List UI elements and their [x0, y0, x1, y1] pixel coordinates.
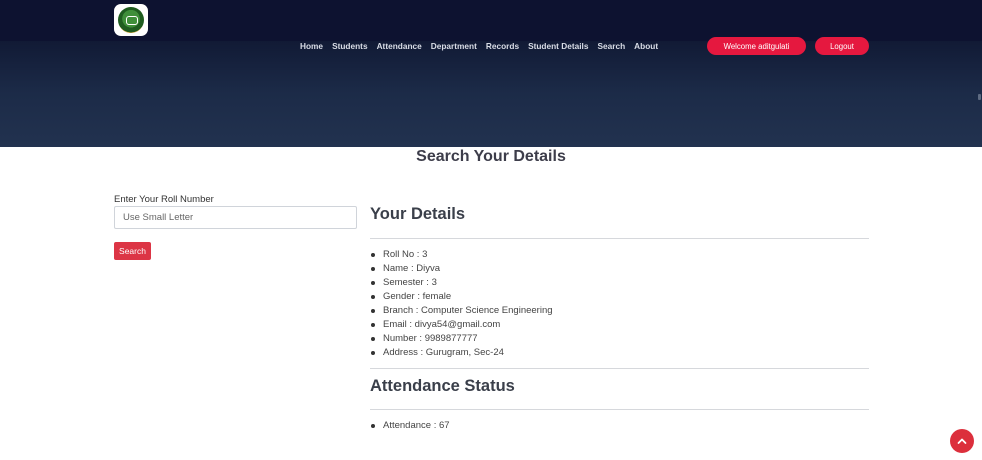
detail-gender: Gender : female [370, 290, 553, 304]
main-nav: Home Students Attendance Department Reco… [300, 37, 667, 55]
section-divider [370, 368, 869, 369]
detail-number: Number : 9989877777 [370, 332, 553, 346]
nav-students[interactable]: Students [332, 41, 368, 51]
page-title: Search Your Details [416, 148, 566, 165]
logo-emblem [118, 7, 144, 33]
roll-number-input[interactable] [114, 206, 357, 229]
nav-attendance[interactable]: Attendance [377, 41, 422, 51]
hero-edge-marker [978, 94, 981, 100]
detail-semester: Semester : 3 [370, 276, 553, 290]
attendance-value: Attendance : 67 [370, 419, 450, 433]
detail-roll-no: Roll No : 3 [370, 248, 553, 262]
nav-home[interactable]: Home [300, 41, 323, 51]
welcome-user-button[interactable]: Welcome aditgulati [707, 37, 806, 55]
attendance-list: Attendance : 67 [370, 419, 450, 433]
detail-email: Email : divya54@gmail.com [370, 318, 553, 332]
logout-button[interactable]: Logout [815, 37, 869, 55]
details-heading: Your Details [370, 205, 466, 223]
detail-name: Name : Diyva [370, 262, 553, 276]
nav-records[interactable]: Records [486, 41, 519, 51]
nav-department[interactable]: Department [431, 41, 477, 51]
hero-banner [0, 41, 982, 147]
details-list: Roll No : 3 Name : Diyva Semester : 3 Ge… [370, 248, 553, 360]
college-logo-icon[interactable] [114, 4, 148, 36]
search-button[interactable]: Search [114, 242, 151, 260]
attendance-divider [370, 409, 869, 410]
roll-number-label: Enter Your Roll Number [114, 194, 214, 205]
detail-address: Address : Gurugram, Sec-24 [370, 346, 553, 360]
details-divider [370, 238, 869, 239]
detail-branch: Branch : Computer Science Engineering [370, 304, 553, 318]
attendance-heading: Attendance Status [370, 377, 515, 395]
scroll-to-top-button[interactable] [950, 429, 974, 453]
chevron-up-icon [957, 438, 967, 444]
nav-search[interactable]: Search [597, 41, 625, 51]
nav-about[interactable]: About [634, 41, 658, 51]
nav-student-details[interactable]: Student Details [528, 41, 588, 51]
